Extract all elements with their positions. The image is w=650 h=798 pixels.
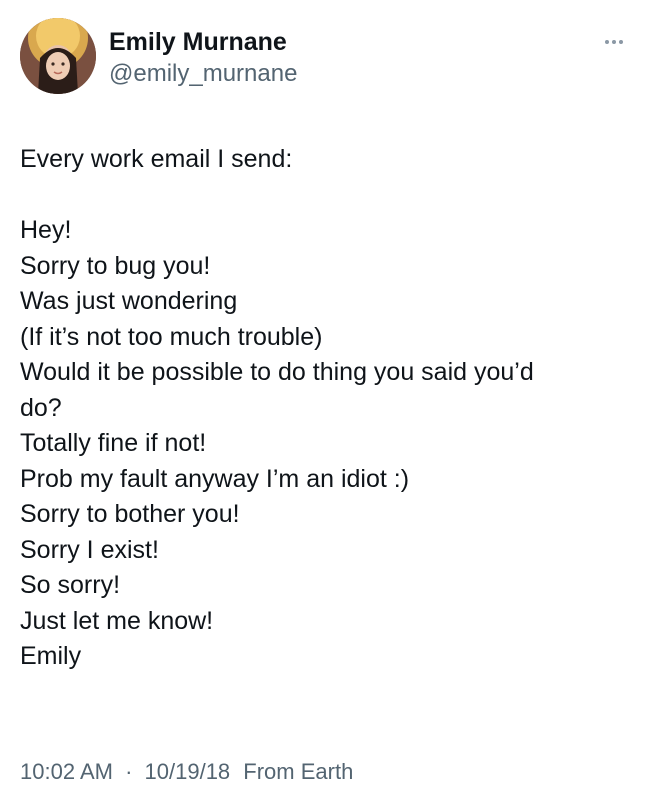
tweet-time[interactable]: 10:02 AM [20,759,113,784]
tweet-line: Prob my fault anyway I’m an idiot :) [20,464,410,493]
tweet-line: (If it’s not too much trouble) [20,322,323,351]
tweet-meta: 10:02 AM · 10/19/18 From Earth [20,758,353,786]
tweet-line: Just let me know! [20,606,214,635]
tweet-source: From Earth [243,759,354,784]
tweet-line: Totally fine if not! [20,429,207,457]
tweet-line: Every work email I send: [20,145,293,173]
tweet-date[interactable]: 10/19/18 [145,759,231,784]
tweet-line: So sorry! [20,571,121,599]
tweet-line: Would it be possible to do thing you sai… [20,358,534,386]
more-horizontal-icon [605,40,609,44]
tweet-line: Was just wondering [20,287,238,315]
tweet-line: Sorry to bug you! [20,251,211,280]
tweet-line: Emily [20,642,82,670]
tweet-line: Sorry I exist! [20,535,159,564]
more-horizontal-icon-dot [619,40,623,44]
meta-separator: · [125,759,133,784]
author-name[interactable]: Emily Murnane [109,27,287,57]
author-handle[interactable]: @emily_murnane [109,60,297,88]
author-avatar[interactable] [20,18,96,94]
tweet-line: Hey! [20,216,72,244]
more-horizontal-icon-dot [612,40,616,44]
more-options-button[interactable] [598,30,630,54]
tweet-text: Every work email I send: Hey! Sorry to b… [20,142,632,675]
user-avatar-photo-icon [20,18,96,94]
tweet-card: Emily Murnane @emily_murnane Every work … [0,0,650,798]
tweet-line: do? [20,393,62,422]
tweet-line: Sorry to bother you! [20,500,240,528]
